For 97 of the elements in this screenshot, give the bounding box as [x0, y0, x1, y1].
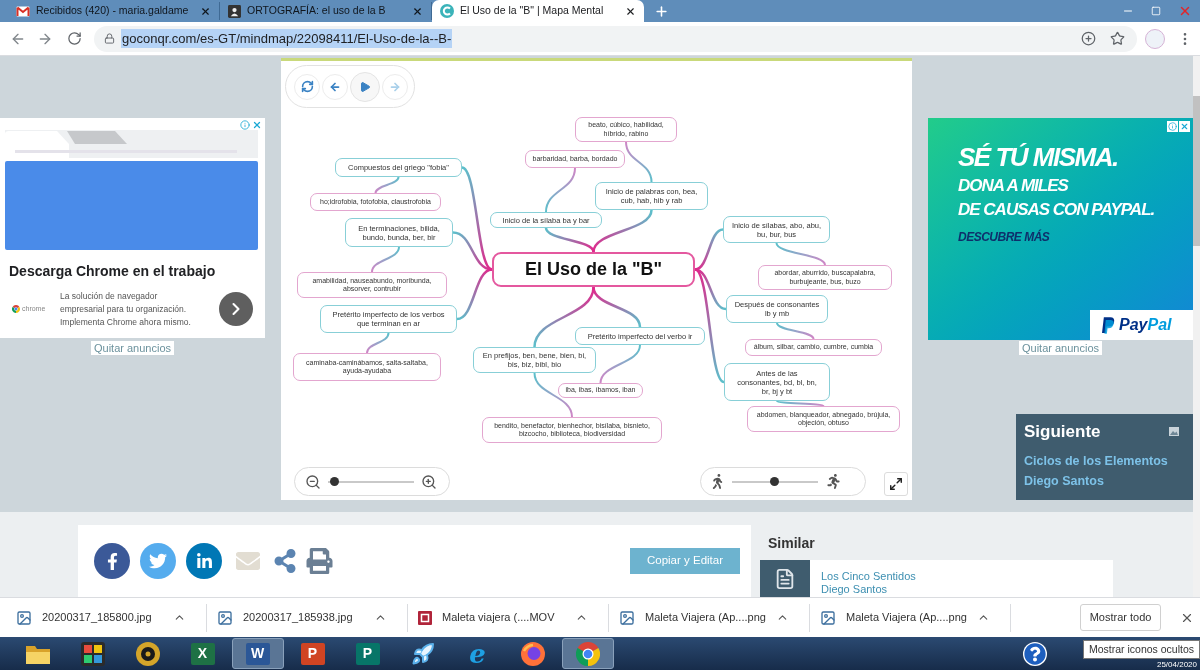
download-item[interactable]: 20200317_185800.jpg — [6, 603, 207, 632]
add-icon[interactable] — [1081, 31, 1096, 46]
author-link[interactable]: Diego Santos — [1024, 471, 1104, 491]
panel-title: Siguiente — [1024, 421, 1101, 443]
connector-line — [545, 167, 576, 213]
next-arrow-button[interactable] — [219, 292, 253, 326]
image-icon[interactable] — [1169, 427, 1179, 436]
play-icon — [359, 80, 371, 93]
connector-line — [374, 176, 400, 194]
download-item[interactable]: Maleta Viajera (Ap....png — [810, 603, 1011, 632]
ad-cta-text: DESCUBRE MÁS — [958, 230, 1050, 244]
facebook-button[interactable] — [94, 543, 130, 579]
tooltip: Mostrar iconos ocultos — [1082, 640, 1200, 659]
ad-text: DONA A MILES — [958, 176, 1068, 196]
help-icon[interactable] — [1023, 641, 1047, 666]
taskbar-button[interactable]: P — [341, 638, 394, 669]
speed-slider[interactable] — [732, 477, 818, 486]
taskbar-button[interactable]: X — [176, 638, 229, 669]
player-button[interactable] — [322, 73, 348, 100]
ad-headline: SÉ TÚ MISMA. — [958, 142, 1118, 172]
connector-line — [625, 141, 653, 183]
scrollbar[interactable] — [1193, 56, 1200, 597]
share-icon[interactable] — [274, 549, 296, 573]
remove-ads-link[interactable]: Quitar anuncios — [1018, 341, 1102, 355]
zoom-out-icon[interactable] — [305, 473, 321, 490]
forward-icon — [389, 80, 401, 93]
taskbar-button[interactable] — [561, 638, 614, 669]
logo-text: PayPal — [1119, 315, 1172, 335]
linkedin-icon — [195, 552, 213, 570]
video-file-icon — [418, 610, 432, 625]
clock-date[interactable]: 25/04/2020 — [1156, 660, 1197, 670]
logo-icon — [12, 305, 20, 313]
download-item[interactable]: 20200317_185938.jpg — [207, 603, 408, 632]
image-file-icon — [217, 609, 233, 626]
lock-icon — [104, 33, 115, 44]
ad-title: Descarga Chrome en el trabajo — [8, 262, 217, 280]
connector-line — [775, 242, 826, 266]
maximize-icon[interactable] — [1151, 6, 1161, 16]
ad-text: DE CAUSAS CON PAYPAL. — [958, 200, 1155, 220]
image-file-icon — [619, 609, 635, 626]
browser-tab[interactable]: Recibidos (420) - maria.galdame — [8, 2, 220, 20]
twitter-button[interactable] — [140, 543, 176, 579]
section-heading: Similar — [767, 535, 816, 551]
taskbar-button[interactable]: e — [451, 638, 504, 669]
disc-icon — [135, 641, 160, 666]
connector-line — [776, 322, 815, 340]
fox-globe-icon — [520, 641, 545, 666]
connector-line — [776, 400, 825, 407]
similar-card[interactable]: Los Cinco Sentidos Diego Santos — [760, 560, 1113, 597]
download-item[interactable]: Maleta Viajera (Ap....png — [609, 603, 810, 632]
scrollbar-thumb[interactable] — [1193, 96, 1200, 246]
author-link[interactable]: Diego Santos — [821, 583, 916, 596]
bookmark-star-icon[interactable] — [1110, 31, 1125, 46]
player-button[interactable] — [294, 73, 320, 100]
expand-icon — [889, 477, 903, 491]
zoom-in-icon[interactable] — [421, 473, 437, 490]
close-icon[interactable] — [625, 5, 636, 17]
connector-line — [599, 344, 641, 384]
running-person-icon[interactable] — [826, 474, 841, 489]
connector-line — [366, 332, 390, 354]
connector-line — [371, 246, 400, 273]
slider-thumb[interactable] — [330, 477, 340, 486]
refresh-icon — [300, 80, 314, 93]
linkedin-button[interactable] — [186, 543, 222, 579]
show-all-button[interactable]: Mostrar todo — [1080, 604, 1161, 631]
slider-thumb[interactable] — [769, 477, 779, 486]
reload-icon[interactable] — [67, 31, 82, 46]
central-topic: El Uso de la "B" — [492, 252, 695, 287]
new-tab-icon[interactable] — [654, 4, 669, 19]
back-icon — [329, 80, 341, 93]
player-button[interactable] — [350, 71, 380, 102]
url-text: goconqr.com/es-GT/mindmap/22098411/El-Uso-de-la--B- — [121, 28, 453, 49]
fullscreen-button[interactable] — [884, 472, 908, 496]
ad-description: La solución de navegador empresarial para tu organización. Implementa Chrome ahora mismo. — [60, 289, 192, 329]
image-file-icon — [820, 609, 836, 626]
image-file-icon — [16, 609, 32, 626]
p-logo-icon — [1102, 316, 1115, 334]
taskbar-button[interactable]: W — [231, 638, 284, 669]
bird-icon — [149, 552, 167, 570]
similar-item-title[interactable]: Los Cinco Sentidos — [821, 570, 916, 583]
next-item-link[interactable]: Ciclos de los Elementos — [1024, 451, 1168, 471]
browser-tab[interactable]: El Uso de la "B" | Mapa Mental — [432, 0, 644, 22]
colorful-squares-icon — [80, 641, 105, 666]
walking-person-icon[interactable] — [711, 474, 724, 489]
taskbar-button[interactable]: P — [286, 638, 339, 669]
print-icon[interactable] — [306, 548, 333, 574]
portrait-icon — [228, 4, 241, 18]
download-item[interactable]: Maleta viajera (....MOV — [408, 603, 609, 632]
browser-logo-icon — [575, 641, 600, 666]
address-bar[interactable]: goconqr.com/es-GT/mindmap/22098411/El-Uso-de-la--B- — [94, 25, 1137, 52]
logo-icon — [440, 4, 454, 18]
browser-tab[interactable]: ORTOGRAFÍA: el uso de la B — [220, 2, 432, 20]
document-icon — [774, 567, 796, 590]
zoom-slider[interactable] — [328, 477, 414, 486]
mail-icon — [16, 5, 30, 17]
rocket-icon — [410, 641, 435, 666]
remove-ads-link[interactable]: Quitar anuncios — [90, 341, 174, 355]
